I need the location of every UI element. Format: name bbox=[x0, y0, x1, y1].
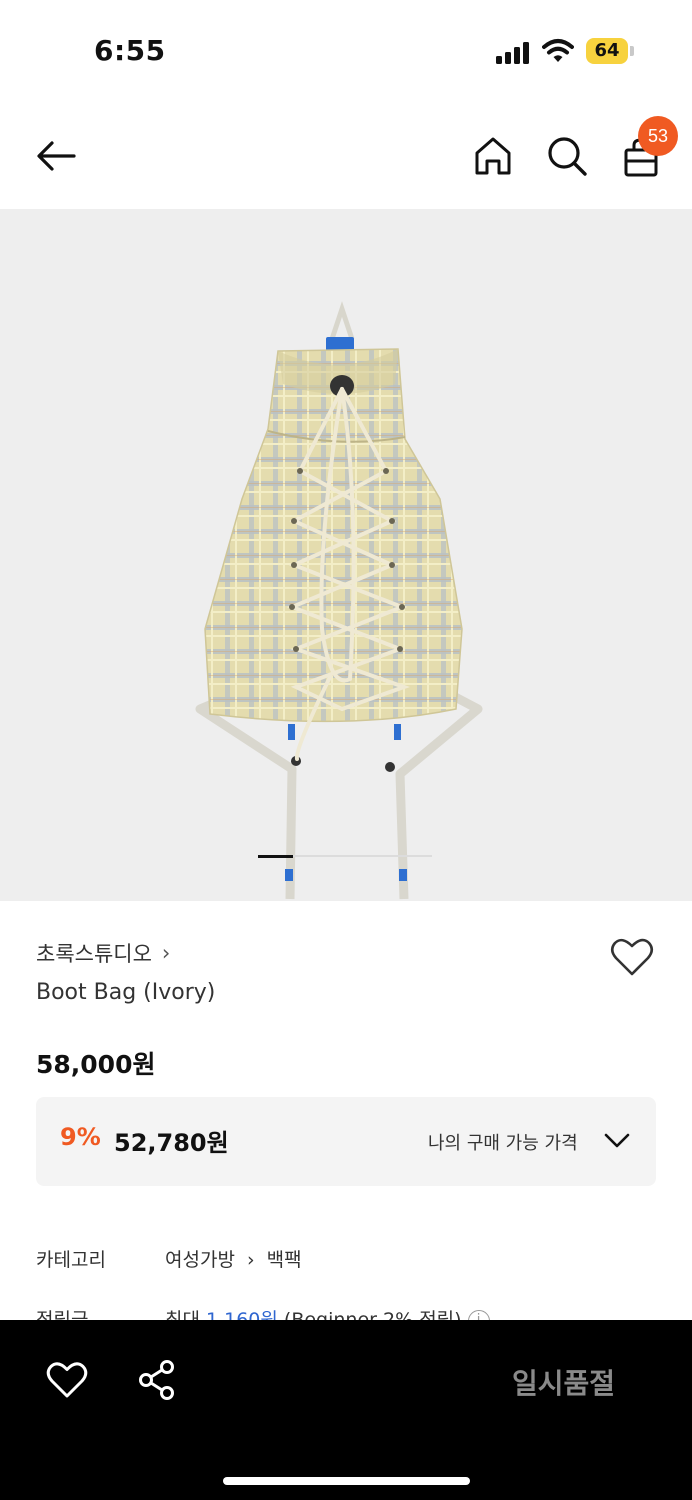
back-arrow-icon[interactable] bbox=[34, 134, 78, 178]
chevron-right-icon: › bbox=[161, 941, 171, 965]
product-price: 58,000원 bbox=[36, 1050, 156, 1079]
signal-icon bbox=[496, 40, 532, 64]
category-sep: › bbox=[246, 1249, 255, 1271]
wifi-icon bbox=[542, 39, 574, 62]
category-value-2: 백팩 bbox=[266, 1249, 302, 1271]
battery-level: 64 bbox=[594, 40, 620, 61]
category-label: 카테고리 bbox=[36, 1249, 106, 1271]
heart-icon[interactable] bbox=[46, 1360, 88, 1400]
product-image[interactable] bbox=[0, 209, 692, 901]
discount-price: 52,780원 bbox=[114, 1129, 229, 1157]
gallery-indicator-active bbox=[258, 855, 293, 858]
wishlist-heart-icon[interactable] bbox=[610, 936, 654, 978]
product-name: Boot Bag (Ivory) bbox=[36, 980, 216, 1005]
backpack-illustration bbox=[195, 301, 483, 900]
battery-cap bbox=[630, 46, 634, 56]
category-value[interactable]: 여성가방 › 백팩 bbox=[165, 1245, 302, 1272]
top-nav bbox=[0, 110, 692, 206]
status-time: 6:55 bbox=[94, 34, 166, 67]
bottom-action-bar bbox=[0, 1320, 692, 1500]
cart-count-badge: 53 bbox=[638, 116, 678, 156]
battery-icon: 64 bbox=[586, 38, 628, 64]
my-price-label: 나의 구매 가능 가격 bbox=[428, 1133, 578, 1154]
home-icon[interactable] bbox=[471, 134, 515, 178]
status-bar: 6:55 64 bbox=[0, 0, 692, 100]
chevron-down-icon bbox=[604, 1133, 630, 1148]
soldout-button[interactable]: 일시품절 bbox=[512, 1362, 615, 1402]
brand-name: 초록스튜디오 bbox=[36, 942, 152, 966]
brand-link[interactable]: 초록스튜디오 › bbox=[36, 937, 170, 969]
search-icon[interactable] bbox=[545, 134, 589, 178]
discount-rate: 9% bbox=[60, 1123, 101, 1151]
share-icon[interactable] bbox=[136, 1358, 180, 1402]
my-price-box[interactable]: 9% 52,780원 나의 구매 가능 가격 bbox=[36, 1097, 656, 1186]
category-value-1: 여성가방 bbox=[165, 1249, 235, 1271]
home-indicator bbox=[223, 1477, 470, 1485]
